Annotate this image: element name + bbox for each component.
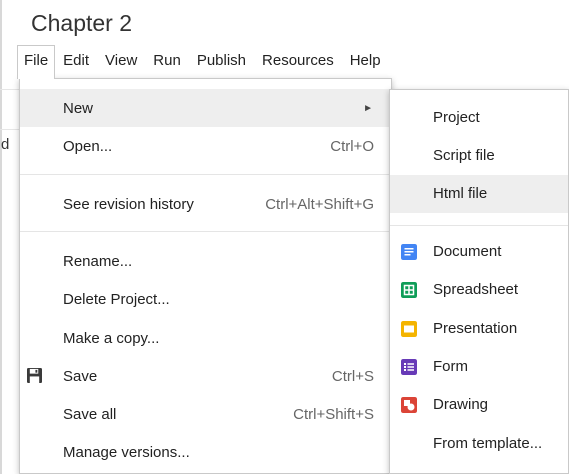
menu-item-save[interactable]: Save Ctrl+S [20, 357, 391, 395]
submenu-item-form-label: Form [433, 358, 468, 375]
submenu-item-script-file[interactable]: Script file [390, 137, 568, 175]
menu-item-delete-label: Delete Project... [63, 290, 170, 308]
menu-item-revision-shortcut: Ctrl+Alt+Shift+G [265, 195, 374, 213]
menu-item-save-shortcut: Ctrl+S [331, 367, 374, 385]
project-title[interactable]: Chapter 2 [31, 9, 132, 37]
menu-item-manage-versions[interactable]: Manage versions... [20, 433, 391, 471]
menu-item-revision-history[interactable]: See revision history Ctrl+Alt+Shift+G [20, 185, 391, 223]
floppy-disk-icon [27, 368, 42, 383]
submenu-item-presentation-label: Presentation [433, 320, 518, 337]
menu-item-make-copy[interactable]: Make a copy... [20, 319, 391, 357]
submenu-item-html-label: Html file [433, 185, 488, 202]
submenu-item-document[interactable]: Document [390, 233, 568, 271]
file-menu: New ► Open... Ctrl+O See revision histor… [19, 78, 392, 474]
submenu-item-presentation[interactable]: Presentation [390, 310, 568, 348]
menu-item-save-all-label: Save all [63, 405, 117, 423]
submenu-item-drawing-label: Drawing [433, 396, 489, 413]
menu-resources[interactable]: Resources [254, 46, 342, 78]
menu-item-rename[interactable]: Rename... [20, 242, 391, 280]
menu-item-open[interactable]: Open... Ctrl+O [20, 127, 391, 165]
menu-item-new[interactable]: New ► [20, 89, 391, 127]
menu-item-save-all-shortcut: Ctrl+Shift+S [293, 405, 374, 423]
document-icon [401, 244, 417, 260]
menu-item-rename-label: Rename... [63, 252, 133, 270]
menu-help[interactable]: Help [342, 46, 389, 78]
spreadsheet-icon [401, 282, 417, 298]
menu-item-manage-label: Manage versions... [63, 443, 190, 461]
menu-run[interactable]: Run [145, 46, 189, 78]
submenu-item-html-file[interactable]: Html file [390, 175, 568, 213]
submenu-item-spreadsheet[interactable]: Spreadsheet [390, 271, 568, 309]
submenu-separator [390, 225, 568, 226]
menu-publish[interactable]: Publish [189, 46, 254, 78]
submenu-item-drawing[interactable]: Drawing [390, 386, 568, 424]
menu-item-save-all[interactable]: Save all Ctrl+Shift+S [20, 395, 391, 433]
presentation-icon [401, 321, 417, 337]
menu-item-new-label: New [63, 99, 94, 117]
submenu-item-project-label: Project [433, 109, 480, 126]
menu-item-revision-label: See revision history [63, 195, 194, 213]
submenu-item-from-template[interactable]: From template... [390, 425, 568, 463]
submenu-item-template-label: From template... [433, 435, 543, 452]
menubar: File Edit View Run Publish Resources Hel… [17, 45, 389, 79]
form-icon [401, 359, 417, 375]
window-edge [0, 0, 2, 474]
menu-item-delete-project[interactable]: Delete Project... [20, 280, 391, 318]
menu-item-open-label: Open... [63, 137, 113, 155]
menu-separator [20, 174, 391, 175]
menu-item-copy-label: Make a copy... [63, 329, 160, 347]
submenu-item-spreadsheet-label: Spreadsheet [433, 281, 519, 298]
triangle-right-icon: ► [363, 102, 373, 114]
submenu-item-project[interactable]: Project [390, 99, 568, 137]
menu-edit[interactable]: Edit [55, 46, 97, 78]
new-submenu: Project Script file Html file Document S… [389, 89, 569, 474]
submenu-item-document-label: Document [433, 243, 502, 260]
menu-separator [20, 231, 391, 232]
background-text: d [1, 136, 10, 153]
submenu-item-form[interactable]: Form [390, 348, 568, 386]
menu-item-save-label: Save [63, 367, 98, 385]
menu-item-open-shortcut: Ctrl+O [330, 137, 374, 155]
menu-file[interactable]: File [17, 45, 56, 79]
drawing-icon [401, 397, 417, 413]
menu-view[interactable]: View [97, 46, 145, 78]
submenu-item-script-label: Script file [433, 147, 495, 164]
